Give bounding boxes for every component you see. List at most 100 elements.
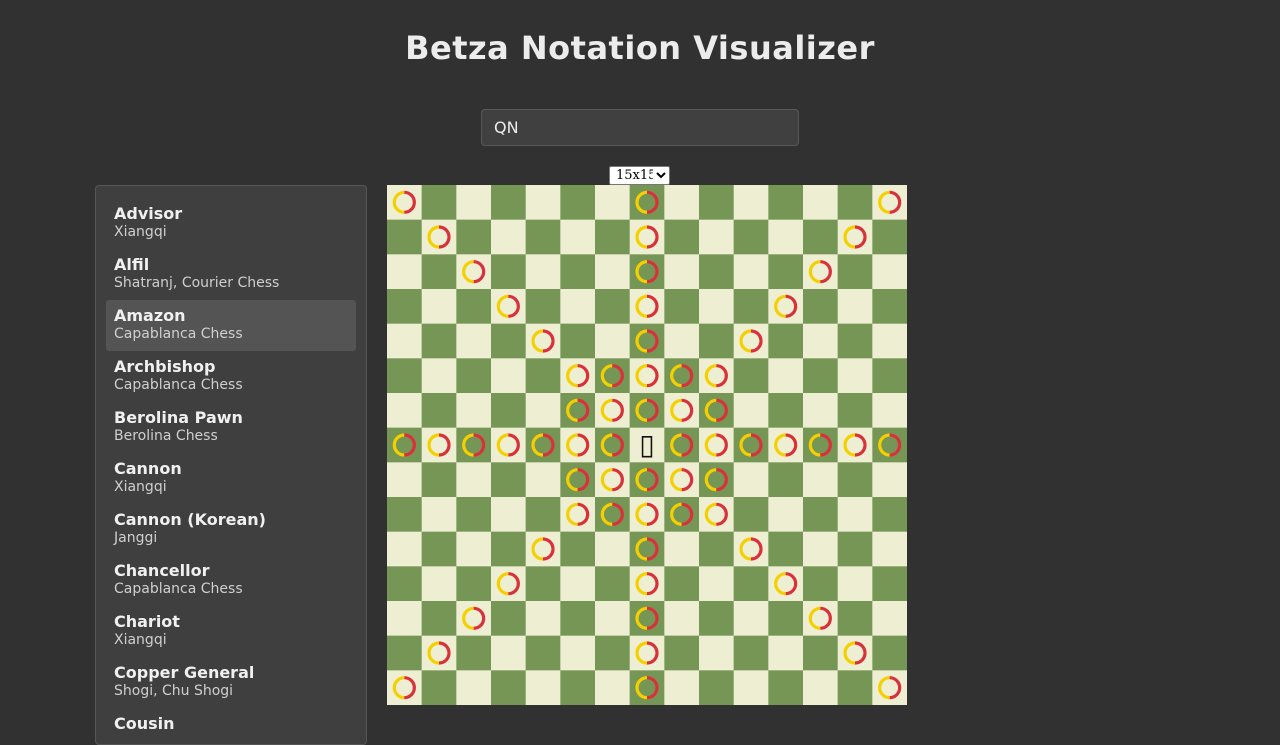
board-square[interactable] (525, 219, 561, 255)
board-square[interactable] (525, 462, 561, 498)
board-square[interactable] (491, 254, 526, 290)
board-square[interactable] (699, 358, 734, 394)
board-square[interactable] (456, 289, 492, 324)
board-square[interactable] (664, 462, 700, 498)
board-square[interactable] (387, 531, 422, 567)
board-square[interactable] (872, 393, 907, 428)
board-square[interactable] (525, 531, 561, 567)
piece-list-item[interactable]: Cannon (Korean) Janggi (106, 504, 356, 555)
board-square[interactable] (491, 601, 526, 636)
piece-list-item[interactable]: Chariot Xiangqi (106, 606, 356, 657)
board-square[interactable] (421, 601, 457, 636)
board-square[interactable] (768, 219, 804, 255)
board-square[interactable] (768, 185, 804, 220)
board-square[interactable] (837, 531, 873, 567)
board-square[interactable] (699, 462, 734, 498)
board-square[interactable] (456, 531, 492, 567)
board-square[interactable] (491, 358, 526, 394)
board-square[interactable] (664, 393, 700, 428)
board-square[interactable] (837, 185, 873, 220)
board-square[interactable] (872, 289, 907, 324)
board-square[interactable] (560, 393, 596, 428)
board-square[interactable] (387, 323, 422, 359)
board-square[interactable] (525, 254, 561, 290)
board-square[interactable] (872, 670, 907, 705)
piece-list-item[interactable]: Alfil Shatranj, Courier Chess (106, 249, 356, 300)
board-square[interactable] (595, 323, 630, 359)
board-square[interactable] (733, 219, 769, 255)
board-square[interactable] (421, 254, 457, 290)
board-square[interactable] (699, 531, 734, 567)
board-square[interactable] (768, 323, 804, 359)
board-square[interactable] (595, 219, 630, 255)
board-square[interactable] (421, 289, 457, 324)
board-square[interactable] (491, 462, 526, 498)
board-square[interactable] (595, 254, 630, 290)
board-square[interactable] (733, 601, 769, 636)
board-square[interactable] (872, 185, 907, 220)
board-square[interactable] (803, 635, 838, 671)
board-square[interactable] (699, 323, 734, 359)
board-square[interactable] (595, 497, 630, 532)
board-square[interactable] (699, 670, 734, 705)
board-square[interactable] (837, 566, 873, 602)
board-square[interactable] (456, 254, 492, 290)
board-square[interactable] (629, 462, 665, 498)
board-square[interactable] (387, 566, 422, 602)
board-square[interactable] (491, 531, 526, 567)
board-square[interactable] (595, 185, 630, 220)
board-square[interactable] (733, 323, 769, 359)
board-square[interactable] (456, 185, 492, 220)
board-square[interactable] (837, 254, 873, 290)
piece-list-item[interactable]: Advisor Xiangqi (106, 198, 356, 249)
piece-list-item[interactable]: Amazon Capablanca Chess (106, 300, 356, 351)
board-square[interactable] (491, 393, 526, 428)
board-square[interactable] (733, 531, 769, 567)
board-square[interactable] (629, 531, 665, 567)
board-square[interactable] (629, 254, 665, 290)
board-square[interactable] (560, 531, 596, 567)
board-square[interactable] (421, 497, 457, 532)
board-square[interactable] (803, 462, 838, 498)
board-square[interactable] (387, 427, 422, 463)
piece-list-item[interactable]: Cousin (106, 708, 356, 744)
board-square[interactable] (525, 323, 561, 359)
board-square[interactable] (387, 635, 422, 671)
board-square[interactable] (768, 497, 804, 532)
board-square[interactable] (387, 601, 422, 636)
piece-list-item[interactable]: Berolina Pawn Berolina Chess (106, 402, 356, 453)
board-square[interactable] (768, 670, 804, 705)
notation-input[interactable] (481, 109, 799, 146)
board-square[interactable] (629, 601, 665, 636)
board-square[interactable] (664, 601, 700, 636)
board-square[interactable] (699, 393, 734, 428)
board-square[interactable] (629, 635, 665, 671)
board-square[interactable] (595, 427, 630, 463)
board-square[interactable] (803, 601, 838, 636)
board-square[interactable] (387, 289, 422, 324)
board-square[interactable] (595, 601, 630, 636)
board-square[interactable] (768, 635, 804, 671)
board-square[interactable] (629, 566, 665, 602)
board-square[interactable] (803, 289, 838, 324)
board-square[interactable] (803, 185, 838, 220)
board-square[interactable] (733, 185, 769, 220)
piece-list-sidebar[interactable]: Advisor Xiangqi Alfil Shatranj, Courier Che… (95, 185, 367, 745)
board-square[interactable] (733, 497, 769, 532)
board-square[interactable] (664, 289, 700, 324)
board-square[interactable] (872, 427, 907, 463)
board-square[interactable] (699, 601, 734, 636)
board-square[interactable] (595, 531, 630, 567)
board-square[interactable] (491, 323, 526, 359)
board-square[interactable] (872, 635, 907, 671)
board-square[interactable] (837, 427, 873, 463)
board-square[interactable] (768, 254, 804, 290)
board-square[interactable] (733, 254, 769, 290)
board-square[interactable] (699, 219, 734, 255)
board-square[interactable] (491, 289, 526, 324)
board-square[interactable] (456, 497, 492, 532)
board-square[interactable] (837, 323, 873, 359)
board-square[interactable] (837, 462, 873, 498)
board-square[interactable] (629, 497, 665, 532)
board-square[interactable] (768, 601, 804, 636)
